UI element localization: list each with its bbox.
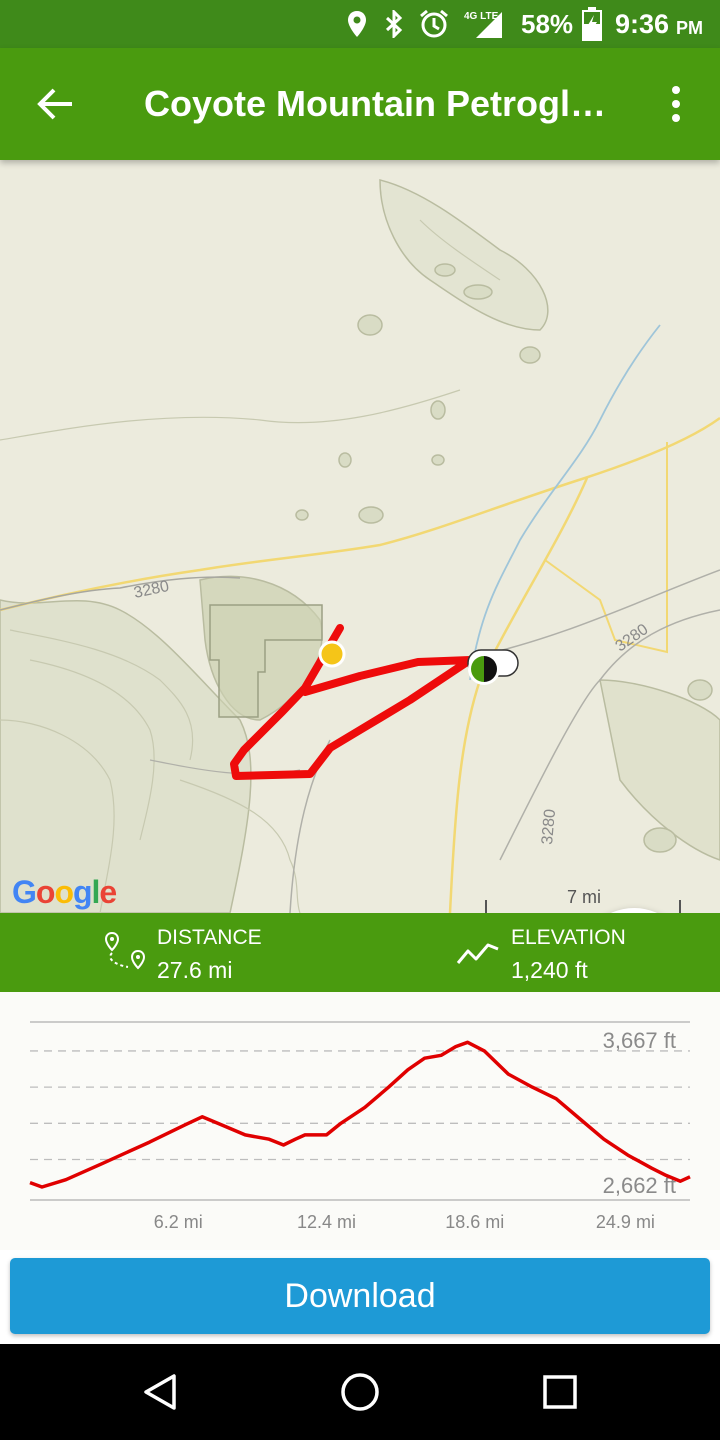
road-label: 3280	[613, 621, 652, 655]
google-logo: Google	[12, 874, 117, 910]
battery-icon	[582, 0, 602, 48]
trailhead-marker[interactable]	[467, 649, 519, 685]
route-pin-icon	[104, 931, 148, 980]
elevation-chart-svg: 3,667 ft 2,662 ft 6.2 mi 12.4 mi 18.6 mi 24.9…	[29, 1021, 691, 1232]
nav-back-icon[interactable]	[140, 1372, 180, 1417]
network-label: 4G LTE	[464, 11, 499, 22]
map-canvas: 3280 3280 3280	[0, 179, 720, 913]
download-button[interactable]: Download	[10, 1258, 710, 1334]
nav-recents-icon[interactable]	[542, 1374, 578, 1415]
elevation-label: ELEVATION	[511, 926, 626, 949]
elevation-value: 1,240 ft	[511, 957, 588, 983]
terrain-features	[0, 179, 720, 913]
map-view[interactable]: 3280 3280 3280 7 mi Google	[0, 160, 720, 913]
clock-time: 9:36	[615, 8, 670, 39]
navigation-bar	[0, 1344, 720, 1440]
chart-x-tick-label: 12.4 mi	[297, 1212, 356, 1232]
start-marker[interactable]	[318, 640, 346, 668]
elevation-chart: 3,667 ft 2,662 ft 6.2 mi 12.4 mi 18.6 mi 24.9…	[0, 992, 720, 1250]
chart-x-tick-label: 18.6 mi	[445, 1212, 504, 1232]
alarm-icon	[418, 0, 450, 48]
clock-ampm: PM	[676, 17, 703, 38]
river	[469, 324, 661, 681]
bluetooth-icon	[384, 0, 404, 48]
nav-home-icon[interactable]	[340, 1372, 380, 1417]
page-title: Coyote Mountain Petrogl…	[144, 83, 606, 124]
chart-x-tick-label: 24.9 mi	[596, 1212, 655, 1232]
stats-bar: DISTANCE 27.6 mi ELEVATION 1,240 ft	[0, 913, 720, 992]
back-arrow-icon[interactable]	[36, 86, 76, 122]
scale-label: 7 mi	[567, 887, 602, 907]
status-bar: 4G LTE 58% 9:36 PM	[0, 0, 720, 48]
distance-label: DISTANCE	[157, 926, 262, 949]
road-label: 3280	[132, 578, 170, 602]
chart-y-tick-label: 3,667 ft	[603, 1028, 676, 1053]
more-options-icon[interactable]	[664, 86, 688, 122]
road-label: 3280	[539, 808, 559, 845]
elevation-stat: ELEVATION 1,240 ft	[360, 913, 720, 992]
distance-stat: DISTANCE 27.6 mi	[0, 913, 360, 992]
chart-x-tick-label: 6.2 mi	[154, 1212, 203, 1232]
distance-value: 27.6 mi	[157, 957, 233, 983]
location-icon	[346, 0, 368, 48]
trend-line-icon	[456, 939, 500, 972]
chart-y-tick-label: 2,662 ft	[603, 1173, 676, 1198]
app-bar: Coyote Mountain Petrogl…	[0, 48, 720, 160]
elevation-profile-line	[29, 1040, 691, 1189]
battery-percent: 58%	[521, 8, 574, 39]
signal-icon: 4G LTE	[462, 0, 504, 48]
